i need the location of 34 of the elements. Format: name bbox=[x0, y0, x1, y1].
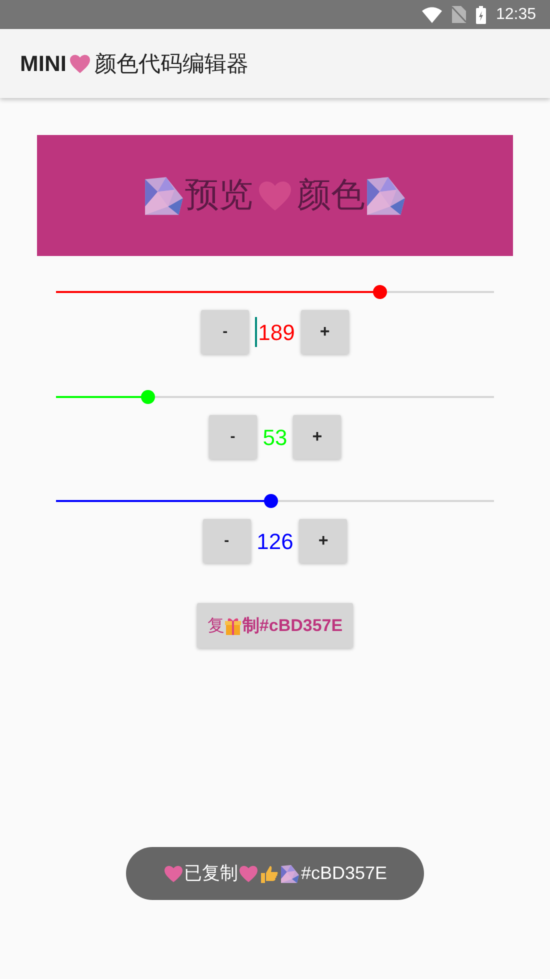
heart-icon bbox=[238, 864, 259, 882]
toast-code: #cBD357E bbox=[300, 862, 388, 885]
battery-charging-icon bbox=[476, 6, 486, 24]
decrement-button[interactable]: - bbox=[201, 310, 250, 354]
app-title: 颜色代码编辑器 bbox=[94, 50, 248, 78]
slider-thumb[interactable] bbox=[373, 285, 388, 299]
increment-button[interactable]: + bbox=[300, 310, 349, 354]
preview-label: 颜色 bbox=[297, 175, 365, 216]
copy-button[interactable]: 复 制#cBD357E bbox=[197, 603, 353, 648]
app-title-prefix: MINI bbox=[20, 50, 66, 78]
no-sim-icon bbox=[452, 6, 466, 23]
value-field[interactable]: 189 bbox=[253, 310, 297, 354]
decrement-button[interactable]: - bbox=[202, 519, 251, 563]
value-field[interactable]: 126 bbox=[254, 519, 296, 563]
toast-message: 已复制 bbox=[184, 862, 238, 885]
decrement-button[interactable]: - bbox=[208, 415, 257, 459]
slider-thumb[interactable] bbox=[264, 494, 278, 508]
heart-icon bbox=[162, 864, 184, 882]
increment-button[interactable]: + bbox=[293, 415, 342, 459]
color-slider[interactable] bbox=[56, 285, 494, 299]
clock-time: 12:35 bbox=[496, 4, 536, 24]
increment-button[interactable]: + bbox=[299, 519, 348, 563]
wifi-icon bbox=[422, 6, 442, 22]
color-slider[interactable] bbox=[56, 390, 494, 404]
gem-icon bbox=[365, 174, 407, 216]
preview-label: 预览 bbox=[185, 175, 253, 216]
thumbs-up-icon bbox=[258, 864, 279, 884]
color-slider[interactable] bbox=[56, 494, 494, 508]
gem-icon bbox=[278, 864, 301, 884]
heart-icon bbox=[68, 54, 92, 74]
gift-icon bbox=[224, 616, 242, 634]
slider-thumb[interactable] bbox=[140, 390, 155, 404]
text-cursor bbox=[255, 317, 258, 347]
gem-icon bbox=[143, 174, 185, 216]
